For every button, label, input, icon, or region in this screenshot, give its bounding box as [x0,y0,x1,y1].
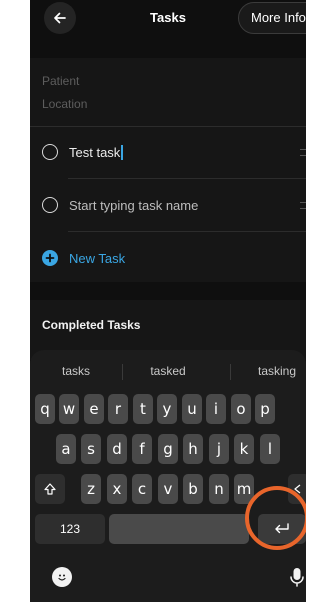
task-checkbox[interactable] [42,197,58,213]
task-checkbox[interactable] [42,144,58,160]
key-v[interactable]: v [158,474,178,504]
key-e[interactable]: e [84,394,104,424]
key-u[interactable]: u [182,394,202,424]
keyboard: tasks tasked tasking q w e r t y u i o p… [30,350,306,602]
highlight-circle [245,486,306,550]
key-d[interactable]: d [107,434,127,464]
key-r[interactable]: r [108,394,128,424]
key-j[interactable]: j [209,434,229,464]
key-w[interactable]: w [59,394,79,424]
key-z[interactable]: z [81,474,101,504]
microphone-icon[interactable] [288,566,306,588]
key-q[interactable]: q [35,394,55,424]
task-card [30,58,306,282]
patient-field[interactable]: Patient [42,74,79,88]
plus-icon[interactable] [42,250,58,266]
key-t[interactable]: t [133,394,153,424]
location-field[interactable]: Location [42,97,87,111]
key-k[interactable]: k [234,434,254,464]
key-n[interactable]: n [209,474,229,504]
key-y[interactable]: y [157,394,177,424]
key-b[interactable]: b [183,474,203,504]
task-name-text: Test task [69,144,121,160]
numbers-key[interactable]: 123 [35,514,105,544]
divider [230,364,231,380]
key-c[interactable]: c [132,474,152,504]
new-task-name-input[interactable]: Start typing task name [69,198,198,213]
drag-handle-icon[interactable] [300,149,306,156]
divider [30,126,306,127]
suggestion[interactable]: tasks [30,364,122,378]
key-i[interactable]: i [206,394,226,424]
task-name-input[interactable]: Test task [69,144,123,160]
completed-tasks-header[interactable]: Completed Tasks [42,318,140,332]
suggestion[interactable]: tasking [258,364,306,378]
shift-key[interactable] [35,474,65,504]
space-key[interactable] [109,514,249,544]
divider [68,178,306,179]
key-f[interactable]: f [132,434,152,464]
key-s[interactable]: s [81,434,101,464]
text-cursor [121,144,123,160]
key-p[interactable]: p [255,394,275,424]
key-x[interactable]: x [107,474,127,504]
drag-handle-icon[interactable] [300,202,306,209]
divider [68,231,306,232]
more-info-button[interactable]: More Info [238,2,306,34]
key-g[interactable]: g [158,434,178,464]
new-task-button[interactable]: New Task [69,251,125,266]
phone-screen: Tasks More Info Patient Location Test ta… [30,0,306,602]
emoji-icon[interactable] [52,567,72,587]
key-l[interactable]: l [260,434,280,464]
key-o[interactable]: o [231,394,251,424]
key-h[interactable]: h [183,434,203,464]
key-a[interactable]: a [56,434,76,464]
shift-icon [44,483,56,495]
suggestion[interactable]: tasked [122,364,214,378]
